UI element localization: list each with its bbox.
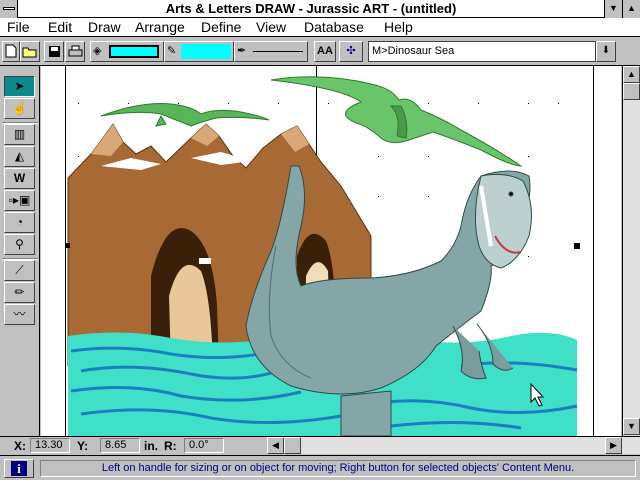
hand-icon: ☝ — [12, 101, 27, 115]
symbol-tool[interactable]: ▫▸▣ — [4, 190, 35, 211]
line-color-swatch — [181, 44, 231, 59]
selection-handle — [574, 243, 580, 249]
save-icon[interactable] — [44, 41, 64, 62]
scroll-left-button[interactable]: ◀ — [267, 437, 284, 454]
menu-draw[interactable]: Draw — [88, 19, 121, 35]
chart-tool[interactable]: ▥ — [4, 124, 35, 145]
symbol-icon: ✣ — [346, 45, 356, 57]
shapes-tool[interactable]: ◭ — [4, 146, 35, 167]
hand-tool[interactable]: ☝ — [4, 98, 35, 119]
rotation-label: R: — [164, 439, 177, 453]
pen-icon: ✎ — [167, 45, 177, 57]
symbol-icon: ▫▸▣ — [8, 193, 31, 207]
print-icon[interactable] — [65, 41, 85, 62]
horizontal-scrollbar[interactable]: ◀ ▶ — [267, 436, 640, 454]
pen-icon: ✒ — [237, 45, 247, 57]
chart-icon: ▥ — [13, 127, 26, 141]
pointer-tool[interactable]: ➤ — [4, 76, 35, 97]
menu-edit[interactable]: Edit — [48, 19, 72, 35]
symbol-button[interactable]: ✣ — [339, 41, 363, 62]
scroll-right-button[interactable]: ▶ — [605, 437, 622, 454]
maximize-button[interactable]: ▲ — [622, 0, 640, 18]
menu-database[interactable]: Database — [304, 19, 364, 35]
text-icon: W — [13, 171, 26, 185]
paint-can-icon: ◈ — [93, 45, 102, 57]
freehand-icon: 〰 — [13, 307, 26, 321]
scroll-down-button[interactable]: ▼ — [623, 418, 640, 435]
text-tool[interactable]: W — [4, 168, 35, 189]
fill-color-swatch — [109, 45, 159, 58]
rotate-icon: ◔ — [15, 215, 24, 229]
line-tool[interactable]: ⟋ — [4, 260, 35, 281]
line-width-sample — [253, 51, 303, 52]
toolbox: ➤ ☝ ▥ ◭ W ▫▸▣ ◔ ⚲ ⟋ ✏ 〰 — [0, 66, 40, 436]
pterosaur-left — [100, 103, 270, 127]
fill-color-selector[interactable]: ◈ — [90, 41, 164, 62]
menu-file[interactable]: File — [7, 19, 30, 35]
toolbar: ◈ ✎ ✒ AA ✣ M>Dinosaur Sea ⬇ — [0, 38, 640, 66]
open-folder-icon[interactable] — [20, 41, 40, 62]
vertical-scrollbar[interactable]: ▲ ▼ — [622, 66, 640, 436]
title-bar: Arts & Letters DRAW - Jurassic ART - (un… — [0, 0, 640, 18]
zoom-tool[interactable]: ⚲ — [4, 234, 35, 255]
vertical-scroll-thumb[interactable] — [623, 83, 640, 100]
rotate-tool[interactable]: ◔ — [4, 212, 35, 233]
line-width-selector[interactable]: ✒ — [234, 41, 308, 62]
menu-define[interactable]: Define — [201, 19, 241, 35]
style-dropdown-button[interactable]: ⬇ — [596, 41, 616, 62]
x-coordinate-field: 13.30 — [30, 438, 70, 453]
line-icon: ⟋ — [15, 263, 24, 277]
minimize-button[interactable]: ▼ — [604, 0, 622, 18]
pencil-icon: ✏ — [14, 285, 25, 299]
pointer-icon: ➤ — [14, 79, 25, 93]
rotation-field: 0.0° — [184, 438, 224, 453]
style-name-field[interactable]: M>Dinosaur Sea — [368, 41, 596, 62]
page-edge-right — [593, 66, 594, 436]
text-style-button[interactable]: AA — [314, 41, 336, 62]
menu-arrange[interactable]: Arrange — [135, 19, 185, 35]
new-file-icon[interactable] — [2, 41, 20, 62]
scroll-up-button[interactable]: ▲ — [623, 66, 640, 83]
info-icon: i — [11, 461, 27, 476]
y-coordinate-field: 8.65 — [100, 438, 140, 453]
menu-view[interactable]: View — [256, 19, 286, 35]
freehand-tool[interactable]: 〰 — [4, 304, 35, 325]
status-bar: i Left on handle for sizing or on object… — [0, 455, 640, 480]
selection-handle — [65, 243, 70, 248]
drawing-canvas[interactable] — [41, 66, 621, 436]
line-color-selector[interactable]: ✎ — [164, 41, 234, 62]
window-title: Arts & Letters DRAW - Jurassic ART - (un… — [165, 1, 457, 16]
system-menu-button[interactable] — [0, 0, 18, 18]
pencil-tool[interactable]: ✏ — [4, 282, 35, 303]
app-window: Arts & Letters DRAW - Jurassic ART - (un… — [0, 0, 640, 480]
y-label: Y: — [77, 439, 89, 453]
page-edge-left — [65, 66, 66, 436]
horizontal-scroll-thumb[interactable] — [284, 437, 301, 454]
x-label: X: — [14, 439, 26, 453]
unit-label: in. — [144, 439, 158, 453]
artwork — [65, 66, 594, 436]
menu-bar: File Edit Draw Arrange Define View Datab… — [0, 18, 640, 37]
info-button[interactable]: i — [4, 459, 34, 478]
menu-help[interactable]: Help — [384, 19, 413, 35]
shapes-icon: ◭ — [14, 149, 25, 163]
coordinate-bar: X: 13.30 Y: 8.65 in. R: 0.0° — [0, 436, 267, 454]
status-message: Left on handle for sizing or on object f… — [40, 460, 636, 477]
zoom-icon: ⚲ — [15, 237, 24, 251]
